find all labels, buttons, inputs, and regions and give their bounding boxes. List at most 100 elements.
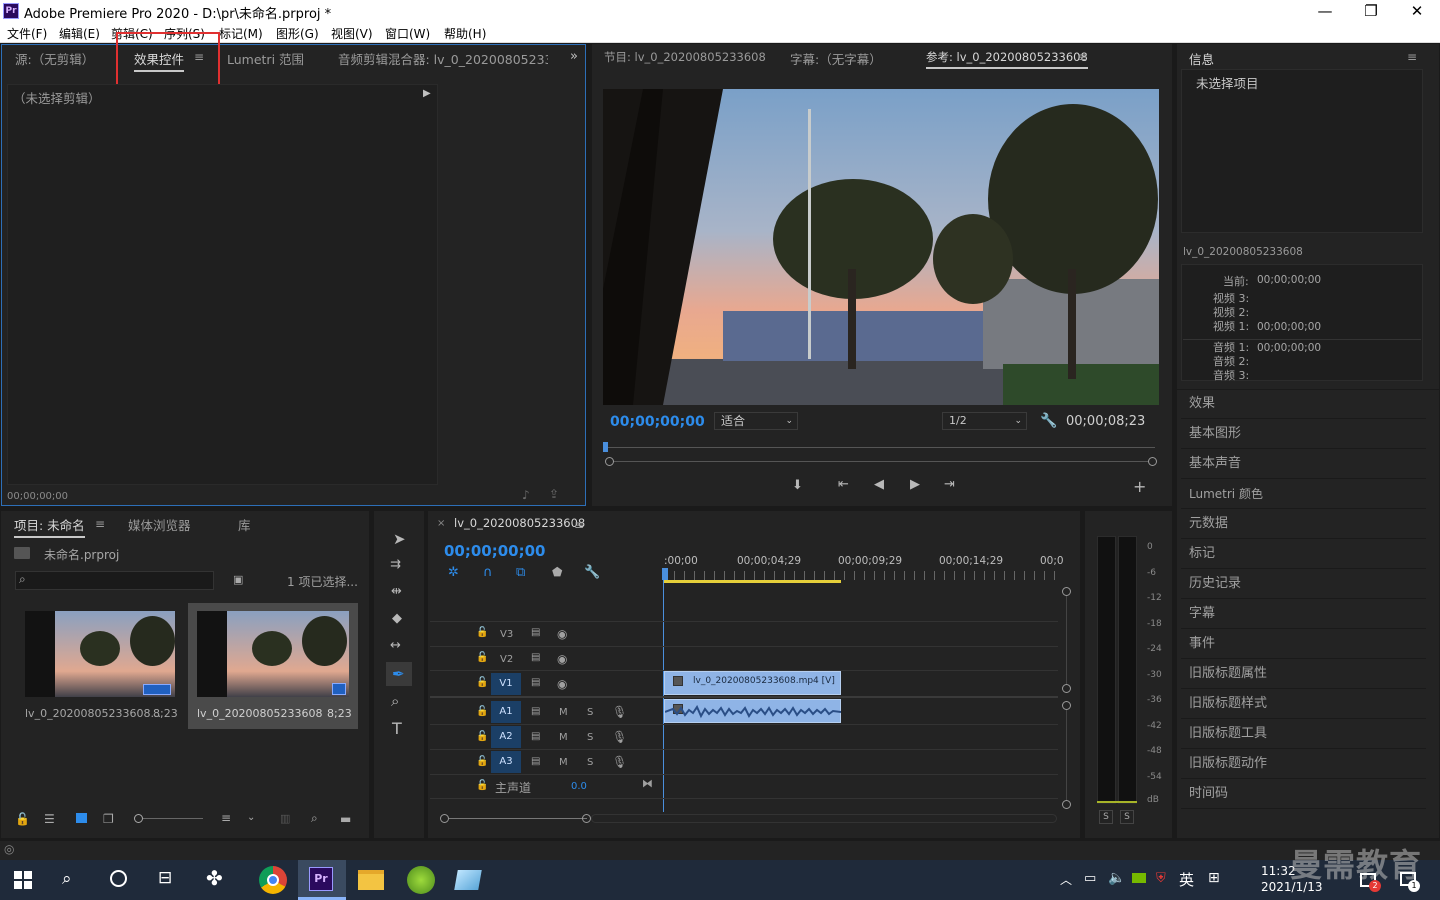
- project-search-input[interactable]: [15, 571, 214, 590]
- lock-track-icon[interactable]: 🔓: [476, 780, 488, 791]
- zoom-handle-left[interactable]: [605, 457, 614, 466]
- zoom-bar[interactable]: [606, 461, 1155, 462]
- menu-marker[interactable]: 标记(M): [219, 25, 263, 42]
- video-clip[interactable]: lv_0_20200805233608.mp4 [V]: [664, 671, 841, 695]
- hscroll-handle-right[interactable]: [582, 814, 591, 823]
- hand-tool-icon[interactable]: ⌕: [391, 692, 399, 710]
- panel-history[interactable]: 历史记录: [1181, 570, 1426, 599]
- vertical-scrollbar[interactable]: [1066, 596, 1067, 684]
- menu-edit[interactable]: 编辑(E): [59, 25, 100, 42]
- panel-timecode[interactable]: 时间码: [1181, 780, 1426, 809]
- icon-view-icon[interactable]: [76, 813, 87, 823]
- pinwheel-app-icon[interactable]: ✤: [206, 866, 223, 890]
- premiere-taskbar-icon[interactable]: Pr: [309, 867, 333, 891]
- add-marker-icon[interactable]: ⬇: [792, 478, 803, 493]
- task-view-icon[interactable]: ⊟: [158, 868, 172, 888]
- panel-metadata[interactable]: 元数据: [1181, 510, 1426, 539]
- network-icon[interactable]: ▭: [1084, 871, 1096, 886]
- lock-icon[interactable]: 🔓: [15, 812, 30, 826]
- timeline-playhead-head[interactable]: [662, 568, 668, 580]
- minimize-button[interactable]: —: [1302, 0, 1348, 22]
- play-icon[interactable]: ▶: [910, 477, 920, 492]
- show-hidden-icons[interactable]: ︿: [1060, 871, 1072, 888]
- eye-icon[interactable]: ◉: [557, 652, 567, 666]
- nest-sequences-icon[interactable]: ✲: [448, 565, 459, 580]
- info-menu-icon[interactable]: ≡: [1407, 50, 1417, 64]
- close-sequence-icon[interactable]: ×: [437, 518, 445, 529]
- tab-reference[interactable]: 参考: lv_0_20200805233608: [926, 49, 1088, 69]
- more-tabs-icon[interactable]: »: [570, 49, 578, 64]
- panel-events[interactable]: 事件: [1181, 630, 1426, 659]
- new-bin-from-search-icon[interactable]: ▣: [233, 573, 243, 586]
- timeline-ruler[interactable]: [664, 571, 1058, 580]
- microphone-icon[interactable]: 🎙: [612, 730, 627, 744]
- tab-captions[interactable]: 字幕:（无字幕）: [790, 49, 882, 68]
- expand-arrow-icon[interactable]: ▶: [423, 88, 431, 99]
- video-preview[interactable]: [603, 89, 1159, 405]
- track-select-tool-icon[interactable]: ⇉: [390, 557, 401, 572]
- zoom-slider[interactable]: [143, 818, 203, 819]
- sync-lock-icon[interactable]: ▤: [531, 731, 540, 742]
- vscroll-handle-bottom[interactable]: [1062, 684, 1071, 693]
- maximize-button[interactable]: ❐: [1348, 0, 1394, 22]
- timeline-timecode[interactable]: 00;00;00;00: [444, 542, 546, 560]
- lock-track-icon[interactable]: 🔓: [476, 677, 488, 688]
- eye-icon[interactable]: ◉: [557, 677, 567, 691]
- chevron-down-icon[interactable]: ⌄: [247, 812, 255, 823]
- sync-lock-icon[interactable]: ▤: [531, 756, 540, 767]
- project-item-thumbnail[interactable]: [197, 611, 349, 697]
- eye-icon[interactable]: ◉: [557, 627, 567, 641]
- find-icon[interactable]: ⌕: [311, 811, 318, 826]
- panel-legacy-title-tools[interactable]: 旧版标题工具: [1181, 720, 1426, 749]
- marker-icon[interactable]: ⬟: [552, 565, 562, 579]
- freeform-view-icon[interactable]: ❐: [103, 812, 114, 826]
- fit-dropdown[interactable]: 适合 ⌄: [714, 412, 798, 430]
- timeline-settings-icon[interactable]: 🔧: [584, 565, 600, 580]
- export-frame-icon[interactable]: ⇪: [549, 487, 559, 501]
- horizontal-scrollbar[interactable]: [449, 818, 587, 819]
- program-ruler[interactable]: [605, 447, 1155, 448]
- zoom-handle-right[interactable]: [1148, 457, 1157, 466]
- step-back-icon[interactable]: ◀: [874, 477, 884, 492]
- sync-lock-icon[interactable]: ▤: [531, 706, 540, 717]
- panel-legacy-title-actions[interactable]: 旧版标题动作: [1181, 750, 1426, 779]
- panel-legacy-title-styles[interactable]: 旧版标题样式: [1181, 690, 1426, 719]
- lock-track-icon[interactable]: 🔓: [476, 627, 488, 638]
- menu-graphics[interactable]: 图形(G): [276, 25, 319, 42]
- audio-only-icon[interactable]: ♪: [522, 488, 530, 502]
- hscroll-track[interactable]: [591, 814, 1057, 823]
- linked-selection-icon[interactable]: ⧉: [516, 565, 525, 580]
- tab-lumetri-scopes[interactable]: Lumetri 范围: [227, 49, 304, 68]
- notepad-app-icon[interactable]: [454, 870, 482, 890]
- cortana-icon[interactable]: [110, 870, 127, 887]
- tab-media-browser[interactable]: 媒体浏览器: [128, 515, 191, 534]
- solo-button[interactable]: S: [587, 707, 593, 718]
- ripple-edit-tool-icon[interactable]: ⇹: [391, 584, 402, 599]
- tab-program[interactable]: 节目: lv_0_20200805233608: [604, 49, 766, 65]
- menu-view[interactable]: 视图(V): [331, 25, 373, 42]
- selection-tool-icon[interactable]: ➤: [393, 530, 406, 548]
- sort-icon[interactable]: ≡: [221, 811, 231, 825]
- chrome-icon[interactable]: [259, 866, 287, 894]
- tab-project[interactable]: 项目: 未命名: [14, 515, 85, 538]
- program-timecode[interactable]: 00;00;00;00: [610, 414, 705, 430]
- program-playhead[interactable]: [603, 442, 608, 452]
- vscroll-handle-bottom[interactable]: [1062, 800, 1071, 809]
- add-button-icon[interactable]: +: [1133, 477, 1146, 496]
- list-view-icon[interactable]: ☰: [44, 812, 55, 826]
- vertical-scrollbar[interactable]: [1066, 710, 1067, 800]
- timeline-menu-icon[interactable]: ≡: [574, 518, 584, 532]
- panel-essential-graphics[interactable]: 基本图形: [1181, 420, 1426, 449]
- green-app-icon[interactable]: [407, 866, 435, 894]
- project-menu-icon[interactable]: ≡: [95, 517, 105, 531]
- lock-track-icon[interactable]: 🔓: [476, 756, 488, 767]
- panel-lumetri-color[interactable]: Lumetri 颜色: [1181, 480, 1426, 509]
- panel-captions[interactable]: 字幕: [1181, 600, 1426, 629]
- windows-start-icon[interactable]: [14, 871, 32, 889]
- microphone-icon[interactable]: 🎙: [612, 755, 627, 769]
- close-button[interactable]: ✕: [1394, 0, 1440, 22]
- hscroll-handle-left[interactable]: [440, 814, 449, 823]
- sync-lock-icon[interactable]: ▤: [531, 652, 540, 663]
- panel-effects[interactable]: 效果: [1181, 390, 1426, 419]
- go-to-out-icon[interactable]: ⇥: [944, 477, 955, 492]
